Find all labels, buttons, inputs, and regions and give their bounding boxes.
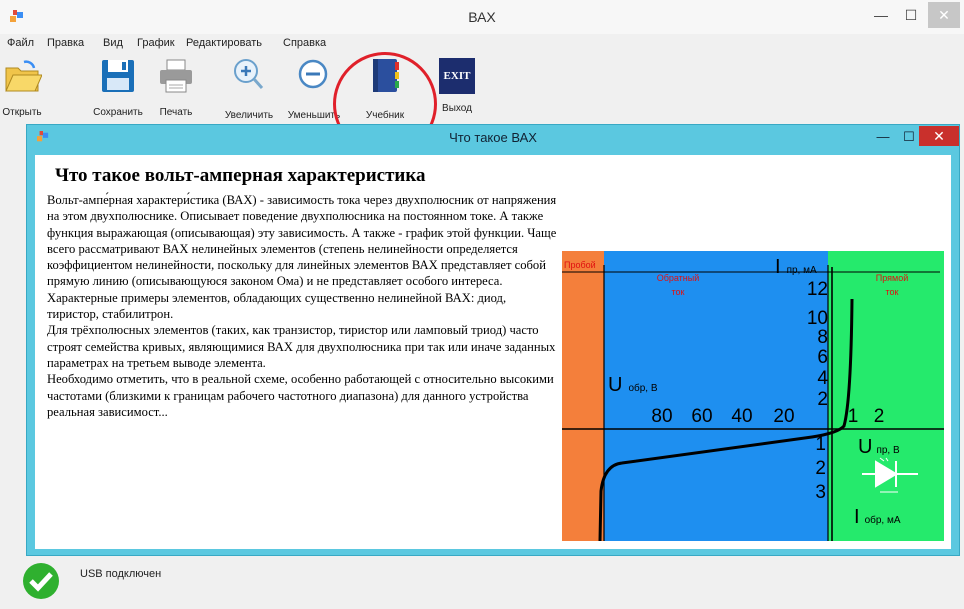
y-tick-label: 2 [817, 389, 828, 410]
x-tick-label: 2 [874, 406, 885, 427]
iv-characteristic-diagram: Пробой Обратный ток Прямой ток Iпр, мА Uоб… [562, 251, 944, 541]
zone-reverse-label-line2: ток [672, 287, 685, 297]
child-window-title: Что такое ВАХ [449, 130, 537, 145]
check-icon [23, 563, 59, 599]
article-paragraph: Необходимо отметить, что в реальной схем… [47, 372, 554, 419]
zoom-in-icon [234, 59, 264, 89]
save-icon [102, 60, 134, 92]
menu-bar: Файл Правка Вид График Редактировать Спр… [0, 34, 964, 52]
exit-button[interactable]: EXIT Выход [434, 58, 480, 114]
child-minimize-button[interactable]: — [871, 127, 895, 147]
open-label: Открыть [2, 107, 42, 118]
article-text: Вольт-ампе́рная характери́стика (ВАХ) - … [47, 192, 559, 548]
i-reverse-symbol: I [854, 506, 860, 528]
menu-file[interactable]: Файл [7, 37, 34, 49]
u-forward-unit: пр, В [876, 445, 900, 456]
article-heading: Что такое вольт-амперная характеристика [55, 165, 426, 186]
print-icon [160, 59, 192, 93]
article-panel: Что такое вольт-амперная характеристика … [35, 155, 951, 549]
y-tick-label: 8 [817, 327, 828, 348]
menu-edit[interactable]: Правка [47, 37, 84, 49]
zone-breakdown-bg [562, 251, 604, 541]
y-tick-label: 1 [815, 434, 826, 455]
open-folder-icon [5, 60, 43, 92]
i-forward-symbol: I [775, 256, 781, 278]
child-title-bar: Что такое ВАХ — ☐ ✕ [27, 125, 959, 149]
y-tick-label: 6 [817, 347, 828, 368]
print-button[interactable]: Печать [150, 56, 202, 118]
y-tick-label: 2 [815, 458, 826, 479]
u-forward-symbol: U [858, 436, 872, 458]
i-reverse-unit: обр, мА [865, 514, 901, 526]
main-title-bar: ВАХ — ☐ ✕ [0, 0, 964, 34]
child-window: Что такое ВАХ — ☐ ✕ Что такое вольт-ампе… [26, 124, 960, 556]
menu-view[interactable]: Вид [103, 37, 123, 49]
toolbar: Открыть Сохранить Печать Увеличить Умень… [0, 52, 964, 122]
x-tick-label: 60 [691, 406, 712, 427]
zone-reverse-label-line1: Обратный [657, 273, 700, 283]
status-bar: USB подключен [0, 556, 964, 609]
y-tick-label: 10 [807, 308, 828, 329]
zone-reverse-bg [604, 251, 828, 541]
zone-forward-label-line2: ток [886, 287, 899, 297]
save-label: Сохранить [93, 107, 143, 118]
zoom-in-button[interactable]: Увеличить [219, 56, 279, 121]
x-tick-label: 20 [773, 406, 794, 427]
y-tick-label: 12 [807, 279, 828, 300]
menu-graph[interactable]: График [137, 37, 175, 49]
article-paragraph: Для трёхполюсных элементов (таких, как т… [47, 323, 556, 370]
usb-status-text: USB подключен [80, 568, 162, 580]
article-paragraph: Вольт-ампе́рная характери́стика (ВАХ) - … [47, 193, 557, 289]
child-close-button[interactable]: ✕ [919, 126, 959, 146]
menu-editing[interactable]: Редактировать [186, 37, 262, 49]
zone-breakdown-label: Пробой [564, 260, 596, 270]
zoom-out-icon [298, 59, 328, 89]
i-forward-unit: пр, мА [787, 265, 817, 276]
x-tick-label: 40 [731, 406, 752, 427]
y-tick-label: 3 [815, 482, 826, 503]
zone-forward-label-line1: Прямой [876, 273, 908, 283]
y-tick-label: 4 [817, 368, 828, 389]
save-button[interactable]: Сохранить [88, 56, 148, 118]
u-reverse-unit: обр, В [628, 382, 657, 394]
exit-badge: EXIT [443, 70, 471, 82]
open-button[interactable]: Открыть [2, 56, 43, 118]
exit-label: Выход [442, 103, 472, 114]
x-tick-label: 80 [651, 406, 672, 427]
exit-icon: EXIT [439, 58, 475, 94]
menu-help[interactable]: Справка [283, 37, 326, 49]
child-maximize-button[interactable]: ☐ [897, 127, 921, 147]
x-tick-label: 1 [848, 406, 859, 427]
window-title: ВАХ [468, 9, 496, 25]
article-paragraph: Характерные примеры элементов, обладающи… [47, 290, 507, 322]
maximize-button[interactable]: ☐ [898, 2, 924, 28]
zoom-in-label: Увеличить [224, 110, 274, 121]
close-button[interactable]: ✕ [928, 2, 960, 28]
u-reverse-symbol: U [608, 374, 622, 396]
minimize-button[interactable]: — [868, 2, 894, 28]
print-label: Печать [159, 107, 193, 118]
